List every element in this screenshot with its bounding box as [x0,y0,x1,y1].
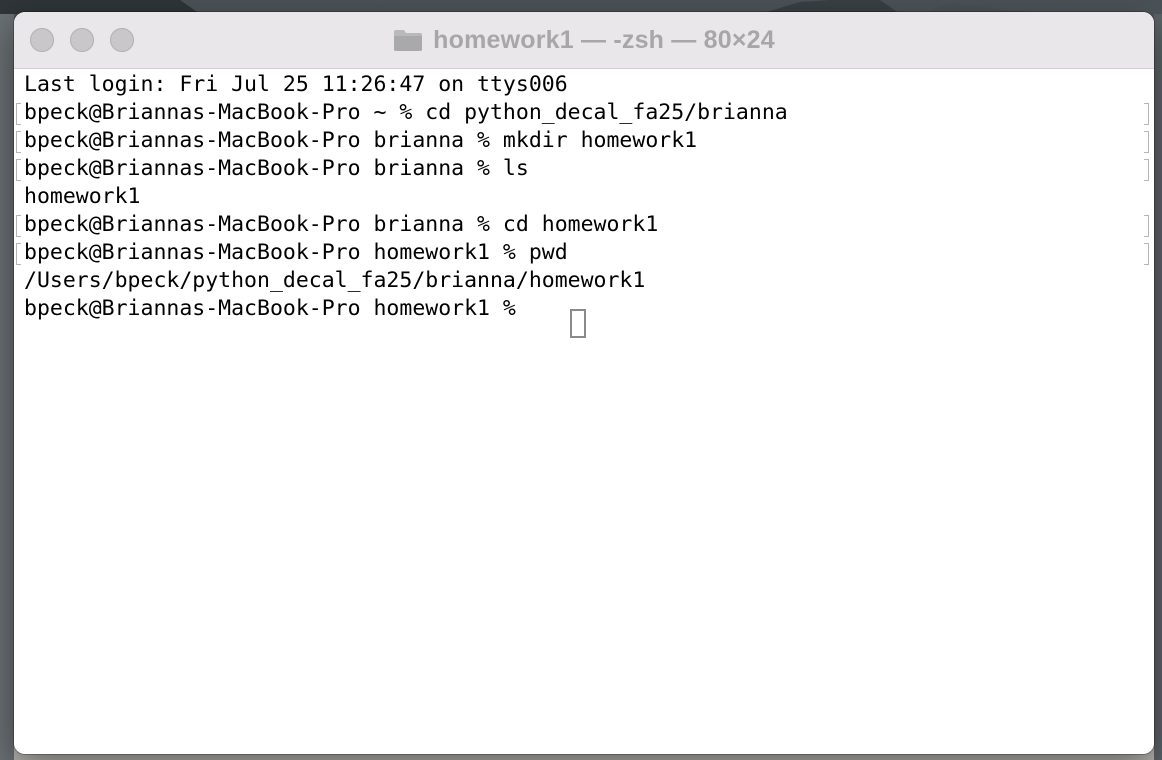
line-mark-right [1144,103,1149,125]
terminal-line: bpeck@Briannas-MacBook-Pro homework1 % p… [24,240,568,265]
line-mark-left [16,159,21,181]
terminal-prompt-line: bpeck@Briannas-MacBook-Pro homework1 % [24,296,529,321]
terminal-line: homework1 [24,184,141,209]
line-mark-left [16,103,21,125]
terminal-line: bpeck@Briannas-MacBook-Pro brianna % cd … [24,212,659,237]
line-mark-right [1144,131,1149,153]
window-titlebar[interactable]: homework1 — -zsh — 80×24 [14,12,1154,69]
line-mark-right [1144,159,1149,181]
terminal-line: bpeck@Briannas-MacBook-Pro brianna % ls [24,156,529,181]
window-title: homework1 — -zsh — 80×24 [433,25,775,54]
terminal-window: homework1 — -zsh — 80×24 Last login: Fri… [14,12,1154,754]
window-title-area: homework1 — -zsh — 80×24 [14,12,1154,68]
line-mark-left [16,215,21,237]
terminal-line: /Users/bpeck/python_decal_fa25/brianna/h… [24,268,646,293]
terminal-output-area[interactable]: Last login: Fri Jul 25 11:26:47 on ttys0… [14,69,1154,754]
line-mark-left [16,243,21,265]
terminal-line: bpeck@Briannas-MacBook-Pro ~ % cd python… [24,100,788,125]
folder-icon [393,28,423,52]
line-mark-left [16,131,21,153]
text-cursor [570,309,586,338]
terminal-line: bpeck@Briannas-MacBook-Pro brianna % mkd… [24,128,698,153]
line-mark-right [1144,215,1149,237]
line-mark-right [1144,243,1149,265]
terminal-line: Last login: Fri Jul 25 11:26:47 on ttys0… [24,72,568,97]
